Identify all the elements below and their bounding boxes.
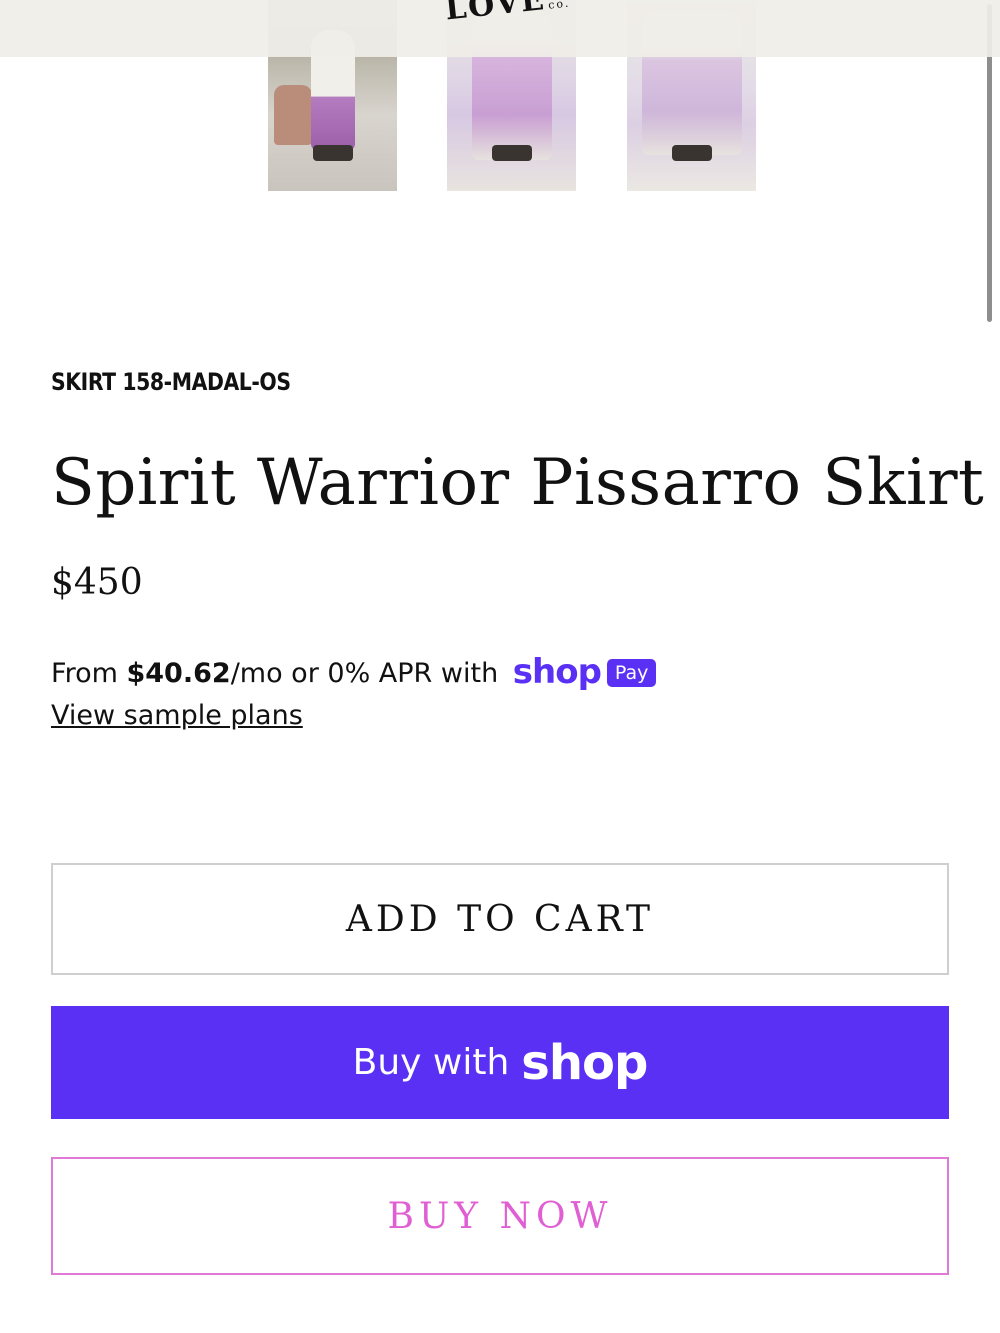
buy-now-label: BUY NOW [387, 1195, 613, 1237]
installment-amount: $40.62 [126, 658, 231, 689]
product-sku: SKIRT 158-MADAL-OS [51, 368, 291, 396]
site-logo[interactable]: LOVEco. [444, 0, 572, 27]
shop-logo: shop [521, 1034, 648, 1091]
thumbnail-boots [671, 145, 712, 161]
installment-suffix: /mo or 0% APR with [230, 658, 499, 689]
buy-with-shop-button[interactable]: Buy with shop [51, 1006, 949, 1119]
product-price: $450 [51, 562, 143, 603]
view-sample-plans-link[interactable]: View sample plans [51, 700, 303, 731]
add-to-cart-label: ADD TO CART [345, 898, 655, 940]
logo-text: LOVE [443, 0, 548, 28]
buy-with-label: Buy with [352, 1042, 510, 1083]
pay-badge: Pay [606, 659, 657, 687]
thumbnail-boots [312, 145, 353, 161]
shop-pay-logo: shop [512, 652, 602, 692]
add-to-cart-button[interactable]: ADD TO CART [51, 863, 949, 975]
site-header: LOVEco. [0, 0, 1000, 57]
buy-now-button[interactable]: BUY NOW [51, 1157, 949, 1275]
thumbnail-boots [491, 145, 532, 161]
installment-info: From $40.62/mo or 0% APR with shop Pay [51, 652, 657, 692]
thumbnail-chair [274, 85, 312, 145]
logo-suffix: co. [547, 0, 571, 12]
installment-prefix: From [51, 658, 127, 689]
product-title: Spirit Warrior Pissarro Skirt [51, 446, 985, 520]
